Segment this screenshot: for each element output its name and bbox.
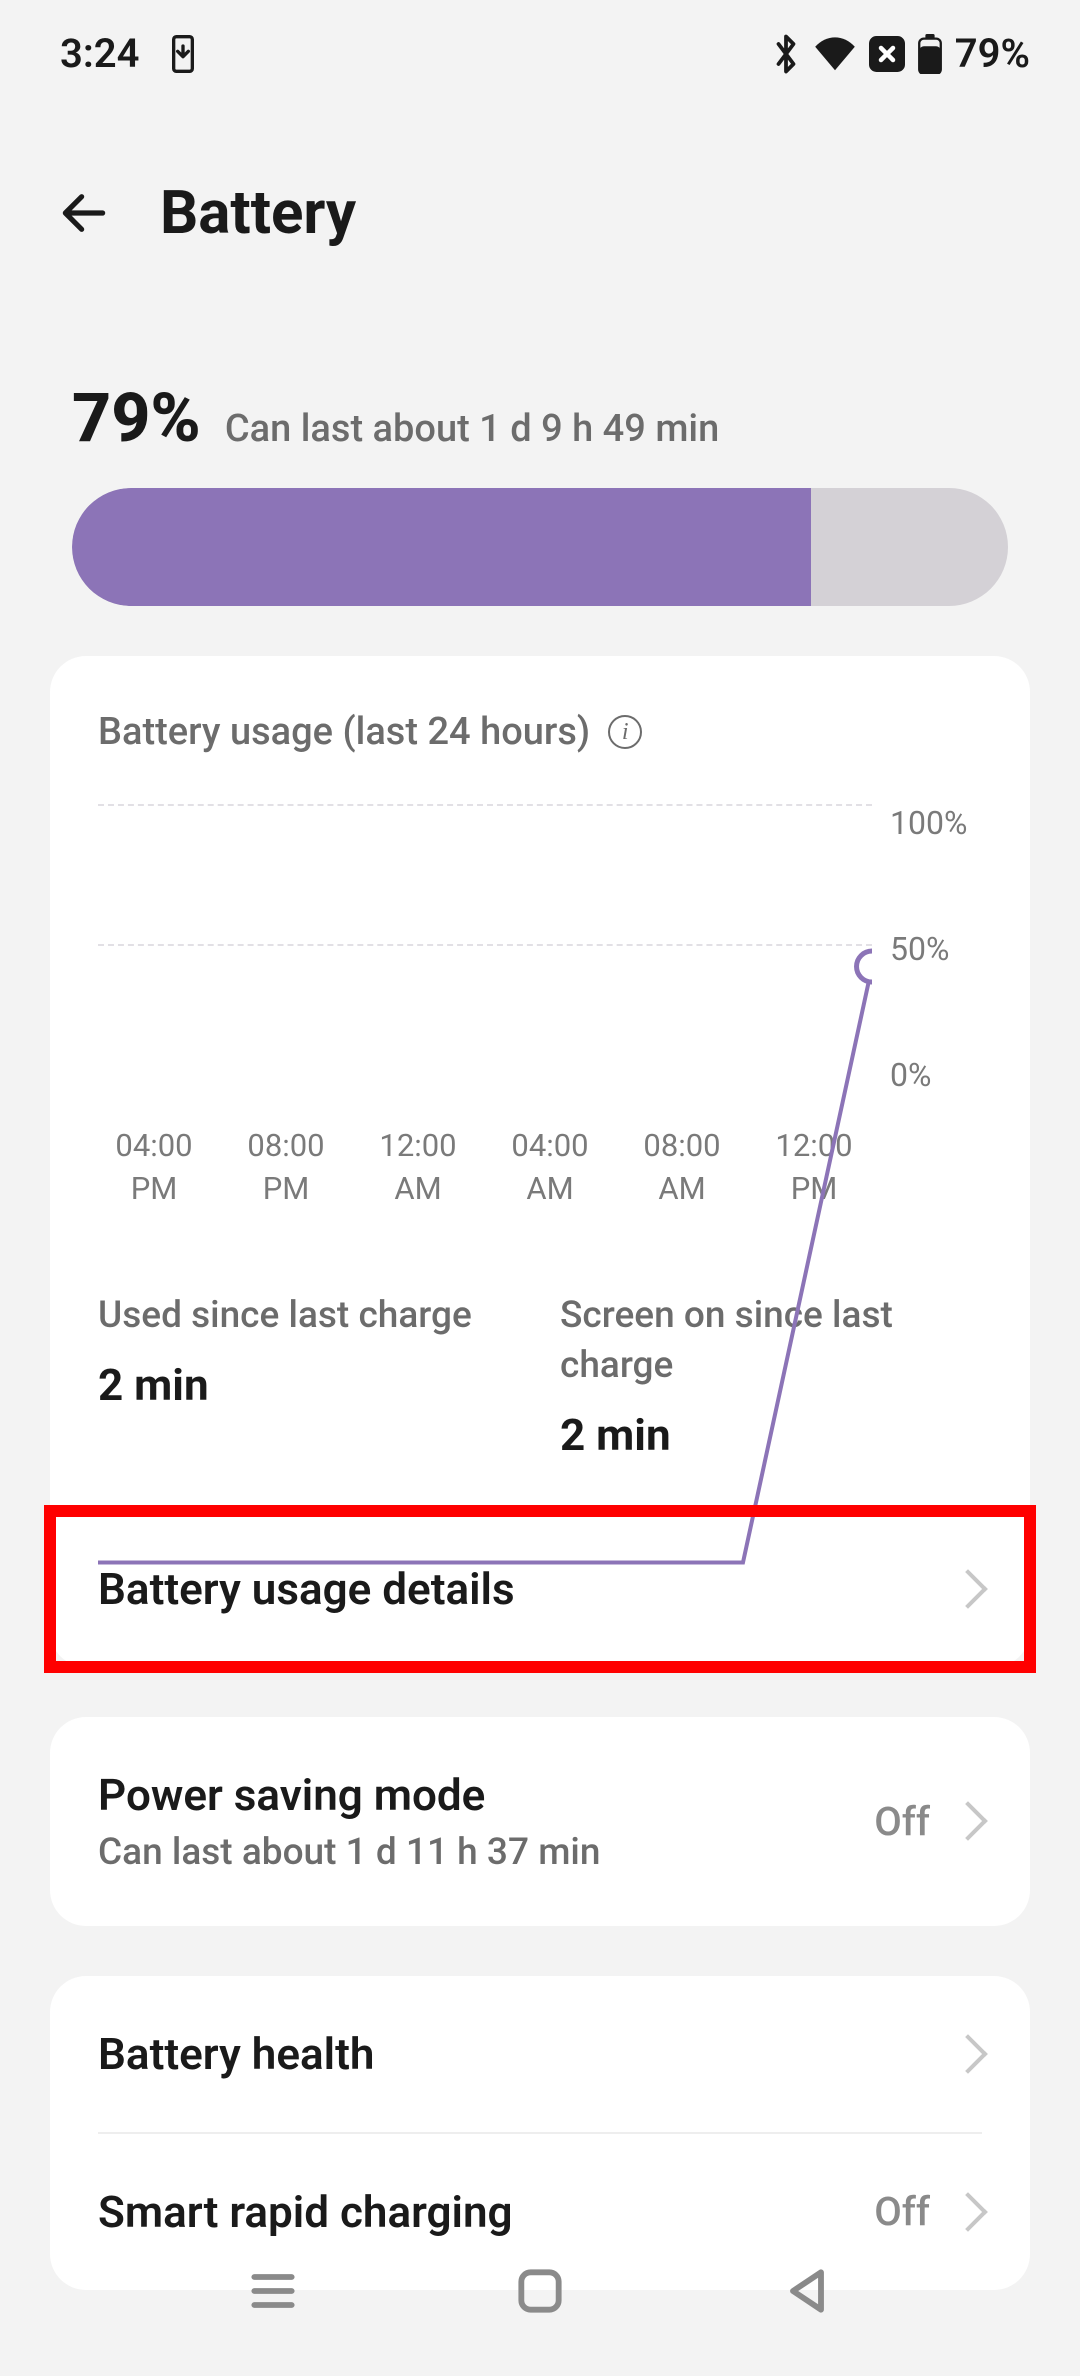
wifi-icon — [813, 36, 857, 72]
home-icon[interactable] — [512, 2263, 568, 2319]
usage-card-title: Battery usage (last 24 hours) — [98, 710, 590, 754]
power-saving-card: Power saving mode Can last about 1 d 11 … — [50, 1717, 1030, 1926]
chart-y-tick: 50% — [890, 930, 982, 968]
error-box-icon — [869, 36, 905, 72]
status-battery-text: 79% — [955, 30, 1030, 77]
battery-health-link[interactable]: Battery health — [50, 1976, 1030, 2132]
chevron-right-icon — [948, 1801, 988, 1841]
page-header: Battery — [0, 97, 1080, 288]
list-item-title: Battery health — [98, 2028, 954, 2080]
chevron-right-icon — [948, 1569, 988, 1609]
back-nav-icon[interactable] — [779, 2263, 835, 2319]
android-navbar — [0, 2236, 1080, 2376]
list-item-value: Off — [874, 1798, 930, 1845]
battery-usage-chart: 100% 50% 0% — [50, 774, 1030, 1104]
chart-y-axis: 100% 50% 0% — [872, 804, 982, 1094]
recent-apps-icon[interactable] — [245, 2263, 301, 2319]
chevron-right-icon — [948, 2192, 988, 2232]
usage-card-header: Battery usage (last 24 hours) i — [50, 656, 1030, 774]
page-title: Battery — [160, 177, 356, 248]
battery-estimate: Can last about 1 d 9 h 49 min — [225, 407, 719, 451]
power-saving-mode-link[interactable]: Power saving mode Can last about 1 d 11 … — [50, 1717, 1030, 1926]
status-time: 3:24 — [60, 30, 139, 77]
status-bar: 3:24 79% — [0, 0, 1080, 97]
chevron-right-icon — [948, 2034, 988, 2074]
usage-card: Battery usage (last 24 hours) i 100% 50% 0… — [50, 656, 1030, 1667]
list-item-title: Smart rapid charging — [98, 2186, 874, 2238]
chart-y-tick: 100% — [890, 804, 982, 842]
battery-percent: 79% — [72, 378, 201, 458]
list-item-value: Off — [874, 2188, 930, 2235]
status-left: 3:24 — [60, 30, 199, 77]
chart-y-tick: 0% — [890, 1056, 982, 1094]
list-item-title: Power saving mode — [98, 1769, 874, 1821]
battery-icon — [917, 34, 943, 74]
list-item-subtitle: Can last about 1 d 11 h 37 min — [98, 1831, 874, 1874]
battery-bar — [72, 488, 1008, 606]
bluetooth-icon — [771, 33, 801, 75]
back-arrow-icon[interactable] — [56, 185, 112, 241]
download-pending-icon — [167, 34, 199, 74]
status-right: 79% — [771, 30, 1030, 77]
battery-bar-fill — [72, 488, 811, 606]
info-icon[interactable]: i — [608, 715, 642, 749]
battery-summary: 79% Can last about 1 d 9 h 49 min — [0, 288, 1080, 606]
